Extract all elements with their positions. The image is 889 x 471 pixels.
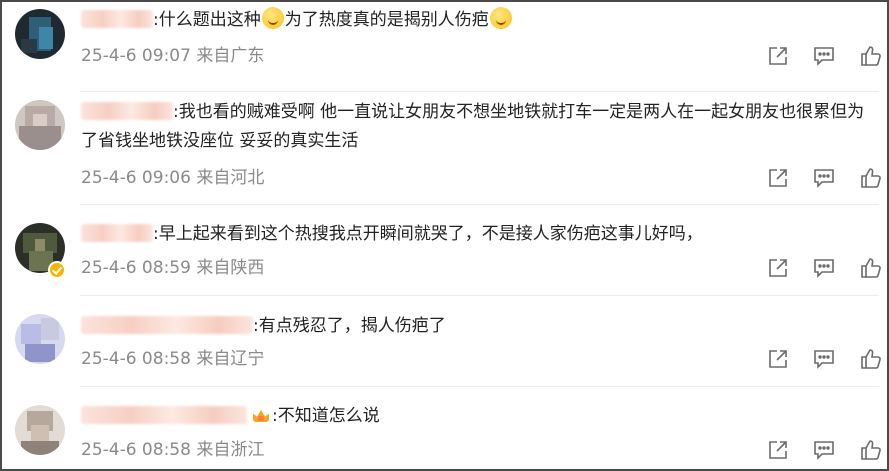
comment-icon[interactable] — [813, 167, 835, 189]
username-blurred[interactable] — [81, 406, 247, 424]
comment-text: :早上起来看到这个热搜我点开瞬间就哭了，不是接人家伤疤这事儿好吗， — [153, 224, 703, 244]
comment-date: 25-4-6 08:58 — [81, 349, 191, 369]
thumbs-up-icon[interactable] — [860, 167, 882, 189]
comment-location: 来自辽宁 — [196, 349, 265, 369]
avatar[interactable] — [15, 9, 65, 59]
verified-badge — [48, 261, 66, 279]
comment-text: :什么题出这种 — [153, 10, 261, 30]
comment-body: :什么题出这种 为了热度真的是揭别人伤疤 — [81, 6, 873, 35]
comment-actions — [767, 348, 887, 370]
avatar[interactable] — [15, 100, 65, 150]
share-icon[interactable] — [767, 348, 789, 370]
comment-icon[interactable] — [813, 439, 835, 461]
comment-actions — [767, 45, 887, 67]
username-blurred[interactable] — [81, 316, 253, 334]
comment-icon[interactable] — [813, 45, 835, 67]
comment-icon[interactable] — [813, 348, 835, 370]
comment-actions — [767, 167, 887, 189]
divider — [80, 91, 879, 92]
share-icon[interactable] — [767, 257, 789, 279]
avatar[interactable] — [15, 405, 65, 455]
comment-text-continued: 为了热度真的是揭别人伤疤 — [284, 10, 489, 30]
comment-location: 来自浙江 — [196, 440, 265, 460]
thumbs-up-icon[interactable] — [860, 348, 882, 370]
share-icon[interactable] — [767, 167, 789, 189]
comment-body: :我也看的贼难受啊 他一直说让女朋友不想坐地铁就打车一定是两人在一起女朋友也很累… — [81, 98, 873, 156]
comment-date: 25-4-6 08:59 — [81, 258, 191, 278]
comment-body: :有点残忍了，揭人伤疤了 — [81, 312, 873, 341]
divider — [80, 295, 879, 296]
thumbs-up-icon[interactable] — [860, 45, 882, 67]
share-icon[interactable] — [767, 45, 789, 67]
comment-icon[interactable] — [813, 257, 835, 279]
comment-meta: 25-4-6 09:07 来自广东 — [81, 45, 264, 67]
comment-body: :早上起来看到这个热搜我点开瞬间就哭了，不是接人家伤疤这事儿好吗， — [81, 220, 873, 249]
comment-text: :有点残忍了，揭人伤疤了 — [253, 316, 446, 336]
avatar[interactable] — [15, 314, 65, 364]
comment-text: :不知道怎么说 — [272, 406, 380, 426]
comment-location: 来自河北 — [196, 168, 265, 188]
comment-meta: 25-4-6 08:58 来自辽宁 — [81, 348, 264, 370]
comment-text: :我也看的贼难受啊 他一直说让女朋友不想坐地铁就打车一定是两人在一起女朋友也很累… — [81, 102, 865, 151]
comment-meta: 25-4-6 08:58 来自浙江 — [81, 439, 264, 461]
comment-location: 来自陕西 — [196, 258, 265, 278]
comment-actions — [767, 439, 887, 461]
emoji-icon — [489, 7, 512, 29]
comment-date: 25-4-6 08:58 — [81, 440, 191, 460]
username-blurred[interactable] — [81, 224, 153, 242]
comment-location: 来自广东 — [196, 46, 265, 66]
comment-list: :什么题出这种为了热度真的是揭别人伤疤 25-4-6 09:07 来自广东 : — [0, 0, 889, 471]
divider — [80, 386, 879, 387]
username-blurred[interactable] — [81, 102, 173, 120]
comment-body: :不知道怎么说 — [81, 402, 873, 431]
comment-date: 25-4-6 09:07 — [81, 46, 191, 66]
share-icon[interactable] — [767, 439, 789, 461]
username-blurred[interactable] — [81, 10, 153, 28]
comment-actions — [767, 257, 887, 279]
comment-meta: 25-4-6 09:06 来自河北 — [81, 167, 264, 189]
comment-meta: 25-4-6 08:59 来自陕西 — [81, 257, 264, 279]
crown-icon — [253, 407, 269, 423]
thumbs-up-icon[interactable] — [860, 439, 882, 461]
emoji-icon — [261, 7, 284, 29]
comment-date: 25-4-6 09:06 — [81, 168, 191, 188]
thumbs-up-icon[interactable] — [860, 257, 882, 279]
divider — [80, 204, 879, 205]
